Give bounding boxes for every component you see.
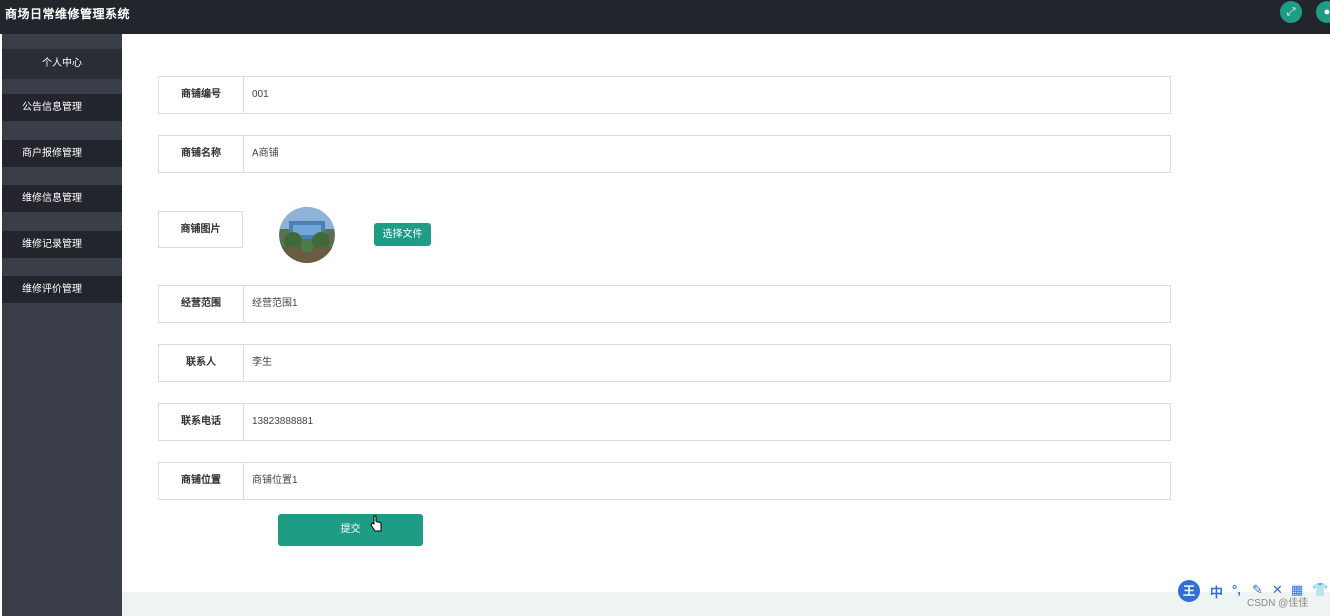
form-row-shop-location: 商铺位置 xyxy=(158,462,1171,500)
sidebar-item-label: 个人中心 xyxy=(42,58,82,69)
shop-photo xyxy=(279,207,335,263)
sidebar-item-label: 公告信息管理 xyxy=(22,102,82,113)
business-scope-input[interactable] xyxy=(252,286,1152,322)
contact-phone-label: 联系电话 xyxy=(159,404,244,440)
ime-logo-icon[interactable]: 王 xyxy=(1178,580,1200,602)
shop-number-label: 商铺编号 xyxy=(159,77,244,113)
sidebar-item-repair-records[interactable]: 维修记录管理 xyxy=(2,231,122,258)
shop-location-input[interactable] xyxy=(252,463,1152,499)
form-row-shop-name: 商铺名称 xyxy=(158,135,1171,173)
fullscreen-icon[interactable]: ⤢ xyxy=(1280,1,1302,23)
choose-file-button[interactable]: 选择文件 xyxy=(374,223,431,246)
form-row-shop-number: 商铺编号 xyxy=(158,76,1171,114)
shop-number-input[interactable] xyxy=(252,77,1152,113)
business-scope-label: 经营范围 xyxy=(159,286,244,322)
ime-mode-toggle[interactable]: 中 xyxy=(1210,582,1223,601)
sidebar: 个人中心 公告信息管理 商户报修管理 维修信息管理 维修记录管理 维修评价管理 xyxy=(2,34,122,616)
sidebar-item-label: 维修信息管理 xyxy=(22,193,82,204)
submit-button[interactable]: 提交 xyxy=(278,514,423,546)
form-row-business-scope: 经营范围 xyxy=(158,285,1171,323)
sidebar-item-repair-info[interactable]: 维修信息管理 xyxy=(2,185,122,212)
shop-name-label: 商铺名称 xyxy=(159,136,244,172)
sidebar-item-profile[interactable]: 个人中心 xyxy=(2,49,122,79)
watermark: CSDN @佳佳 xyxy=(1247,598,1309,609)
sidebar-item-merchant-repairs[interactable]: 商户报修管理 xyxy=(2,140,122,167)
ime-punctuation-icon[interactable]: °, xyxy=(1232,582,1241,597)
shop-location-label: 商铺位置 xyxy=(159,463,244,499)
sidebar-item-label: 维修评价管理 xyxy=(22,284,82,295)
sidebar-item-label: 商户报修管理 xyxy=(22,148,82,159)
form-row-contact-phone: 联系电话 xyxy=(158,403,1171,441)
sidebar-item-label: 维修记录管理 xyxy=(22,239,82,250)
sidebar-item-repair-reviews[interactable]: 维修评价管理 xyxy=(2,276,122,303)
footer-strip xyxy=(122,592,1330,616)
app-title: 商场日常维修管理系统 xyxy=(5,7,131,21)
top-bar: 商场日常维修管理系统 ⤢ ● xyxy=(0,0,1330,34)
contact-phone-input[interactable] xyxy=(252,404,1152,440)
hand-cursor-icon xyxy=(369,515,383,538)
ime-skin-icon[interactable]: 👕 xyxy=(1312,582,1328,598)
contact-person-label: 联系人 xyxy=(159,345,244,381)
shop-name-input[interactable] xyxy=(252,136,1152,172)
form-row-contact-person: 联系人 xyxy=(158,344,1171,382)
contact-person-input[interactable] xyxy=(252,345,1152,381)
sidebar-item-announcements[interactable]: 公告信息管理 xyxy=(2,94,122,121)
user-icon[interactable]: ● xyxy=(1316,1,1330,23)
shop-image-label: 商铺图片 xyxy=(158,211,243,248)
